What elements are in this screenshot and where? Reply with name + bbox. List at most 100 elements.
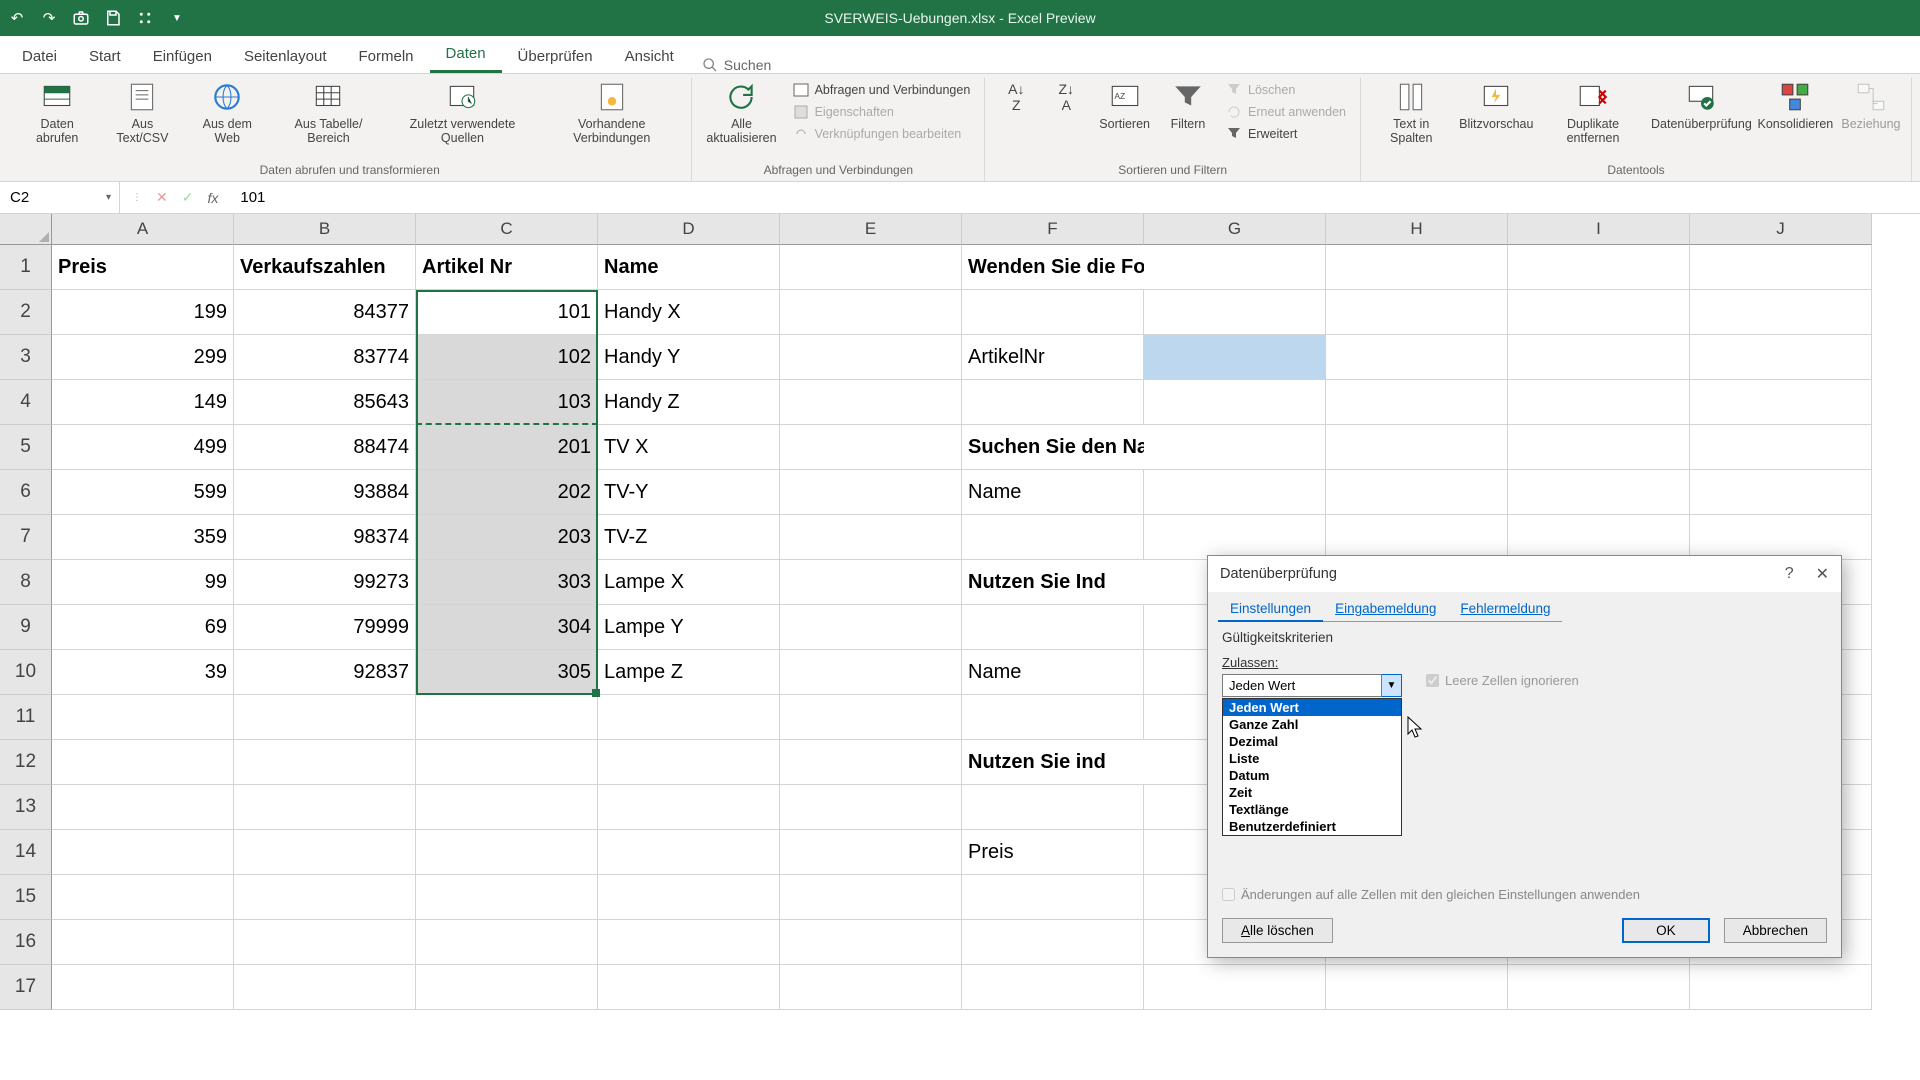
name-box[interactable]: C2 — [0, 182, 120, 213]
cell-D14[interactable] — [598, 830, 780, 875]
tab-seitenlayout[interactable]: Seitenlayout — [228, 39, 343, 73]
cell-A13[interactable] — [52, 785, 234, 830]
cell-I17[interactable] — [1508, 965, 1690, 1010]
qat-dropdown-icon[interactable]: ▼ — [168, 9, 186, 27]
cell-E13[interactable] — [780, 785, 962, 830]
cell-E15[interactable] — [780, 875, 962, 920]
allow-combo[interactable]: Jeden Wert ▼ Jeden WertGanze ZahlDezimal… — [1222, 674, 1402, 697]
cell-E11[interactable] — [780, 695, 962, 740]
row-header-17[interactable]: 17 — [0, 965, 52, 1010]
cell-C10[interactable]: 305 — [416, 650, 598, 695]
dd-option-6[interactable]: Textlänge — [1223, 801, 1401, 818]
btn-za[interactable]: Z↓A — [1043, 78, 1089, 116]
cell-E8[interactable] — [780, 560, 962, 605]
cell-D15[interactable] — [598, 875, 780, 920]
cell-D6[interactable]: TV-Y — [598, 470, 780, 515]
row-header-4[interactable]: 4 — [0, 380, 52, 425]
row-header-7[interactable]: 7 — [0, 515, 52, 560]
cell-B3[interactable]: 83774 — [234, 335, 416, 380]
btn-daten-abrufen[interactable]: Daten abrufen — [16, 78, 98, 147]
cell-G1[interactable] — [1144, 245, 1326, 290]
cell-G17[interactable] — [1144, 965, 1326, 1010]
cell-I6[interactable] — [1508, 470, 1690, 515]
cell-H1[interactable] — [1326, 245, 1508, 290]
cell-E3[interactable] — [780, 335, 962, 380]
cell-J7[interactable] — [1690, 515, 1872, 560]
cell-I2[interactable] — [1508, 290, 1690, 335]
cell-I4[interactable] — [1508, 380, 1690, 425]
btn-zuletzt[interactable]: Zuletzt verwendete Quellen — [389, 78, 536, 147]
cell-F3[interactable]: ArtikelNr — [962, 335, 1144, 380]
cell-E14[interactable] — [780, 830, 962, 875]
row-header-3[interactable]: 3 — [0, 335, 52, 380]
cell-B13[interactable] — [234, 785, 416, 830]
cell-F15[interactable] — [962, 875, 1144, 920]
cell-B11[interactable] — [234, 695, 416, 740]
cell-D7[interactable]: TV-Z — [598, 515, 780, 560]
btn-vorhandene[interactable]: Vorhandene Verbindungen — [540, 78, 683, 147]
enter-icon[interactable]: ✓ — [182, 189, 194, 206]
cell-G6[interactable] — [1144, 470, 1326, 515]
cell-D1[interactable]: Name — [598, 245, 780, 290]
dtab-error[interactable]: Fehlermeldung — [1448, 596, 1562, 622]
row-header-16[interactable]: 16 — [0, 920, 52, 965]
cell-E12[interactable] — [780, 740, 962, 785]
dd-option-0[interactable]: Jeden Wert — [1223, 699, 1401, 716]
cell-B7[interactable]: 98374 — [234, 515, 416, 560]
cell-A9[interactable]: 69 — [52, 605, 234, 650]
cell-B5[interactable]: 88474 — [234, 425, 416, 470]
cell-E7[interactable] — [780, 515, 962, 560]
row-header-14[interactable]: 14 — [0, 830, 52, 875]
cell-A3[interactable]: 299 — [52, 335, 234, 380]
cell-D5[interactable]: TV X — [598, 425, 780, 470]
dd-option-3[interactable]: Liste — [1223, 750, 1401, 767]
col-header-E[interactable]: E — [780, 214, 962, 245]
cell-G4[interactable] — [1144, 380, 1326, 425]
fx-icon[interactable]: fx — [207, 190, 218, 206]
cell-E17[interactable] — [780, 965, 962, 1010]
cancel-button[interactable]: Abbrechen — [1724, 918, 1827, 943]
cell-A16[interactable] — [52, 920, 234, 965]
help-icon[interactable]: ? — [1785, 565, 1794, 583]
cell-I3[interactable] — [1508, 335, 1690, 380]
chevron-down-icon[interactable]: ▼ — [1382, 674, 1402, 697]
col-header-A[interactable]: A — [52, 214, 234, 245]
cell-C5[interactable]: 201 — [416, 425, 598, 470]
cell-C16[interactable] — [416, 920, 598, 965]
cell-B9[interactable]: 79999 — [234, 605, 416, 650]
btn-sortieren[interactable]: AZ Sortieren — [1093, 78, 1156, 133]
cell-C14[interactable] — [416, 830, 598, 875]
cell-F13[interactable] — [962, 785, 1144, 830]
cell-B2[interactable]: 84377 — [234, 290, 416, 335]
tab-datei[interactable]: Datei — [6, 39, 73, 73]
undo-icon[interactable]: ↶ — [8, 9, 26, 27]
row-header-5[interactable]: 5 — [0, 425, 52, 470]
cell-C8[interactable]: 303 — [416, 560, 598, 605]
ok-button[interactable]: OK — [1622, 918, 1710, 943]
cell-B15[interactable] — [234, 875, 416, 920]
cell-B1[interactable]: Verkaufszahlen — [234, 245, 416, 290]
cell-D12[interactable] — [598, 740, 780, 785]
cell-H2[interactable] — [1326, 290, 1508, 335]
redo-icon[interactable]: ↷ — [40, 9, 58, 27]
cell-F16[interactable] — [962, 920, 1144, 965]
cell-J2[interactable] — [1690, 290, 1872, 335]
row-header-10[interactable]: 10 — [0, 650, 52, 695]
btn-eigenschaften[interactable]: Eigenschaften — [787, 102, 977, 122]
cell-H17[interactable] — [1326, 965, 1508, 1010]
cell-F9[interactable] — [962, 605, 1144, 650]
cell-G7[interactable] — [1144, 515, 1326, 560]
clear-all-button[interactable]: Alle löschen — [1222, 918, 1333, 943]
btn-clear-filter[interactable]: Löschen — [1220, 80, 1352, 100]
cell-D11[interactable] — [598, 695, 780, 740]
cell-G5[interactable] — [1144, 425, 1326, 470]
col-header-C[interactable]: C — [416, 214, 598, 245]
cell-C2[interactable]: 101 — [416, 290, 598, 335]
btn-az[interactable]: A↓Z — [993, 78, 1039, 116]
tab-formeln[interactable]: Formeln — [343, 39, 430, 73]
tab-start[interactable]: Start — [73, 39, 137, 73]
btn-aktualisieren[interactable]: Alle aktualisieren — [700, 78, 782, 147]
col-header-I[interactable]: I — [1508, 214, 1690, 245]
row-header-13[interactable]: 13 — [0, 785, 52, 830]
cell-C1[interactable]: Artikel Nr — [416, 245, 598, 290]
